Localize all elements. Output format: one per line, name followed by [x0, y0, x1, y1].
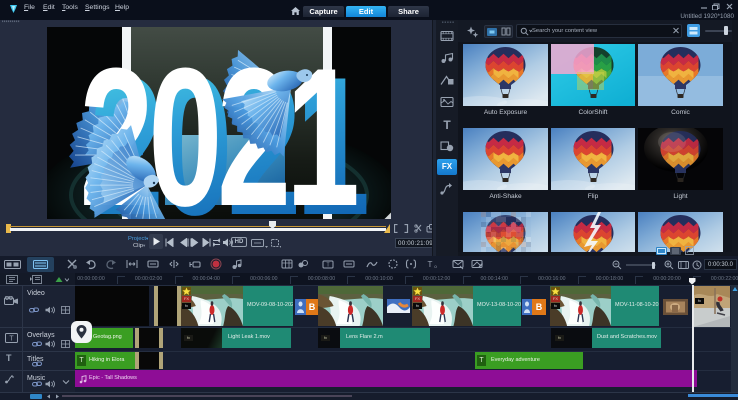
- svg-text:T: T: [428, 260, 433, 269]
- svg-text:T: T: [9, 336, 14, 343]
- svg-text:T: T: [443, 118, 451, 131]
- svg-text:T: T: [326, 263, 329, 269]
- svg-text:o: o: [434, 264, 437, 269]
